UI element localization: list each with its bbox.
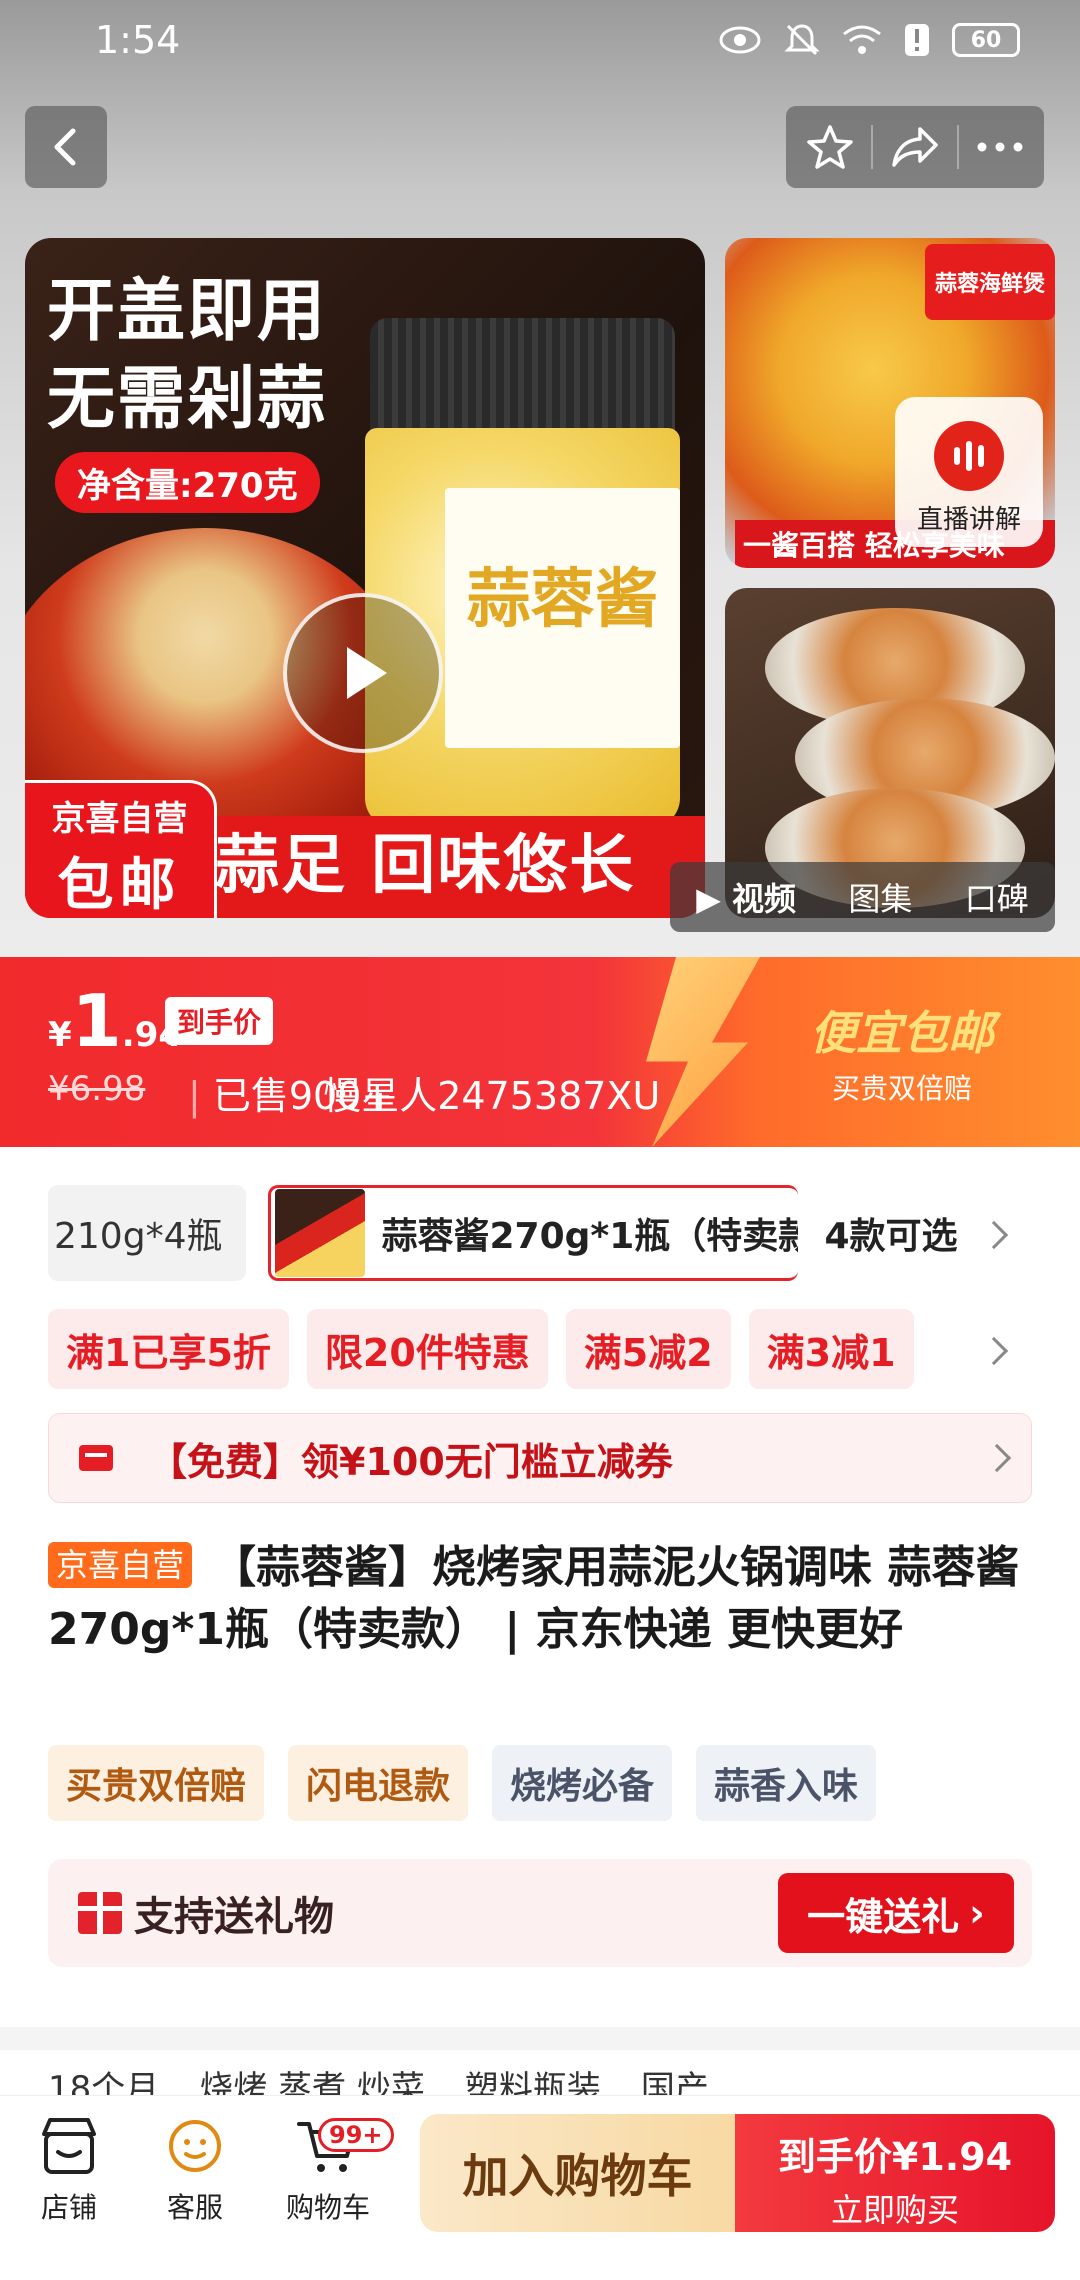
customer-service-icon xyxy=(162,2116,228,2176)
variant-selector: 210g*4瓶 蒜蓉酱270g*1瓶（特卖款） 4款可选 xyxy=(48,1185,1048,1281)
send-gift-button[interactable]: 一键送礼 › xyxy=(778,1873,1014,1953)
hero-title-line2: 无需剁蒜 xyxy=(47,360,328,439)
status-bar: 1:54 60 xyxy=(0,0,1080,80)
divider xyxy=(871,125,874,169)
store-icon xyxy=(36,2116,102,2176)
battery-icon: 60 xyxy=(952,23,1020,57)
badge-line1: 京喜自营 xyxy=(51,799,188,839)
service-tags: 买贵双倍赔 闪电退款 烧烤必备 蒜香入味 xyxy=(48,1745,877,1821)
feature-tag[interactable]: 烧烤必备 xyxy=(492,1745,673,1821)
gift-icon xyxy=(78,1892,122,1934)
chevron-right-icon[interactable] xyxy=(979,1336,1009,1366)
status-icons: 60 xyxy=(718,22,1020,58)
final-price-tag: 到手价 xyxy=(165,997,274,1045)
share-icon[interactable] xyxy=(890,125,940,169)
gift-section: 支持送礼物 一键送礼 › xyxy=(48,1859,1032,1967)
service-tag[interactable]: 买贵双倍赔 xyxy=(48,1745,265,1821)
promotion-tag[interactable]: 满1已享5折 xyxy=(48,1309,289,1389)
badge-line2: 包邮 xyxy=(57,853,182,918)
alert-icon xyxy=(905,24,929,56)
product-title: 京喜自营 【蒜蓉酱】烧烤家用蒜泥火锅调味 蒜蓉酱270g*1瓶（特卖款） | 京东… xyxy=(48,1537,1038,1661)
product-info-card: 210g*4瓶 蒜蓉酱270g*1瓶（特卖款） 4款可选 满1已享5折 限20件… xyxy=(0,1147,1080,2027)
jar-label-text: 蒜蓉酱 xyxy=(466,562,659,637)
chevron-right-icon xyxy=(982,1443,1012,1473)
sold-count: | 已售900+慢星人2475387XU xyxy=(188,1074,661,1118)
hero-title-line1: 开盖即用 xyxy=(47,272,328,351)
buy-price-label: 到手价¥1.94 xyxy=(777,2135,1013,2179)
play-icon xyxy=(347,647,387,699)
live-icon xyxy=(934,421,1004,491)
variant-thumbnail xyxy=(275,1189,366,1277)
customer-service-button[interactable]: 客服 xyxy=(140,2116,250,2226)
hero-title: 开盖即用 无需剁蒜 xyxy=(47,268,327,444)
price-banner: ¥ 1 .94 到手价 ¥6.98 | 已售900+慢星人2475387XU 便宜… xyxy=(0,957,1080,1147)
original-price: ¥6.98 xyxy=(48,1069,146,1109)
side-image-tag: 蒜蓉海鲜煲 xyxy=(924,244,1055,320)
tab-video[interactable]: ▶ 视频 xyxy=(696,874,796,920)
coupon-icon xyxy=(79,1445,113,1471)
promotion-tag[interactable]: 限20件特惠 xyxy=(306,1309,548,1389)
variant-count[interactable]: 4款可选 xyxy=(824,1207,957,1259)
cart-label: 购物车 xyxy=(285,2191,370,2224)
final-price: ¥ 1 .94 xyxy=(48,979,183,1063)
variant-option-selected[interactable]: 蒜蓉酱270g*1瓶（特卖款） xyxy=(268,1185,799,1281)
user-overlay-text: 慢星人2475387XU xyxy=(323,1074,661,1118)
promo-main-text: 便宜包邮 xyxy=(810,1006,994,1060)
coupon-text: 【免费】领¥100无门槛立减券 xyxy=(149,1439,673,1484)
store-label: 店铺 xyxy=(40,2191,97,2224)
divider xyxy=(956,125,959,169)
media-switch: ▶ 视频 图集 口碑 xyxy=(670,862,1055,932)
cart-count-badge: 99+ xyxy=(318,2118,394,2152)
tab-gallery[interactable]: 图集 xyxy=(848,874,912,920)
hero-main-image[interactable]: 开盖即用 无需剁蒜 净含量:270克 蒜蓉酱 蒜足 回味悠长 京喜自营 包邮 xyxy=(25,238,705,918)
promotion-tag[interactable]: 满5减2 xyxy=(565,1309,731,1389)
live-label: 直播讲解 xyxy=(916,505,1021,535)
add-to-cart-button[interactable]: 加入购物车 xyxy=(420,2114,735,2232)
star-icon[interactable] xyxy=(806,123,854,171)
send-gift-label: 一键送礼 xyxy=(807,1894,960,1939)
status-time: 1:54 xyxy=(95,18,181,62)
play-video-button[interactable] xyxy=(283,593,443,753)
live-explain-button[interactable]: 直播讲解 xyxy=(895,397,1043,547)
bottom-action-bar: 店铺 客服 购物车 99+ 加入购物车 到手价¥1.94 立即购买 xyxy=(0,2095,1080,2280)
service-tag[interactable]: 闪电退款 xyxy=(288,1745,469,1821)
tab-reviews[interactable]: 口碑 xyxy=(965,874,1029,920)
promotion-list: 满1已享5折 限20件特惠 满5减2 满3减1 xyxy=(48,1309,914,1389)
store-button[interactable]: 店铺 xyxy=(14,2116,124,2226)
net-content-badge: 净含量:270克 xyxy=(55,452,320,513)
wifi-icon xyxy=(843,25,881,54)
back-button[interactable] xyxy=(25,106,107,188)
coupon-banner[interactable]: 【免费】领¥100无门槛立减券 xyxy=(48,1413,1032,1503)
promo-sub-text: 买贵双倍赔 xyxy=(831,1072,972,1105)
promotion-tag[interactable]: 满3减1 xyxy=(748,1309,914,1389)
more-dots-icon[interactable] xyxy=(976,141,1024,153)
eye-icon xyxy=(719,26,761,54)
jingxi-free-shipping-badge: 京喜自营 包邮 xyxy=(25,780,217,918)
variant-label: 蒜蓉酱270g*1瓶（特卖款） xyxy=(381,1216,798,1257)
feature-tag[interactable]: 蒜香入味 xyxy=(696,1745,877,1821)
variant-option[interactable]: 210g*4瓶 xyxy=(48,1185,247,1281)
self-operated-badge: 京喜自营 xyxy=(48,1542,193,1588)
hero-slogan: 蒜足 回味悠长 xyxy=(215,829,636,903)
buy-now-button[interactable]: 到手价¥1.94 立即购买 xyxy=(735,2114,1055,2232)
chevron-right-icon: › xyxy=(969,1891,985,1935)
gift-text: 支持送礼物 xyxy=(134,1894,334,1940)
buy-now-label: 立即购买 xyxy=(830,2191,959,2229)
chevron-left-icon xyxy=(54,128,76,166)
nav-actions xyxy=(786,106,1044,188)
customer-service-label: 客服 xyxy=(166,2191,223,2224)
product-title-text: 【蒜蓉酱】烧烤家用蒜泥火锅调味 蒜蓉酱270g*1瓶（特卖款） | 京东快递 更… xyxy=(48,1542,1020,1655)
mute-bell-icon xyxy=(784,24,820,56)
cheap-free-shipping: 便宜包邮 买贵双倍赔 xyxy=(810,997,994,1107)
jar-lid xyxy=(370,318,675,438)
